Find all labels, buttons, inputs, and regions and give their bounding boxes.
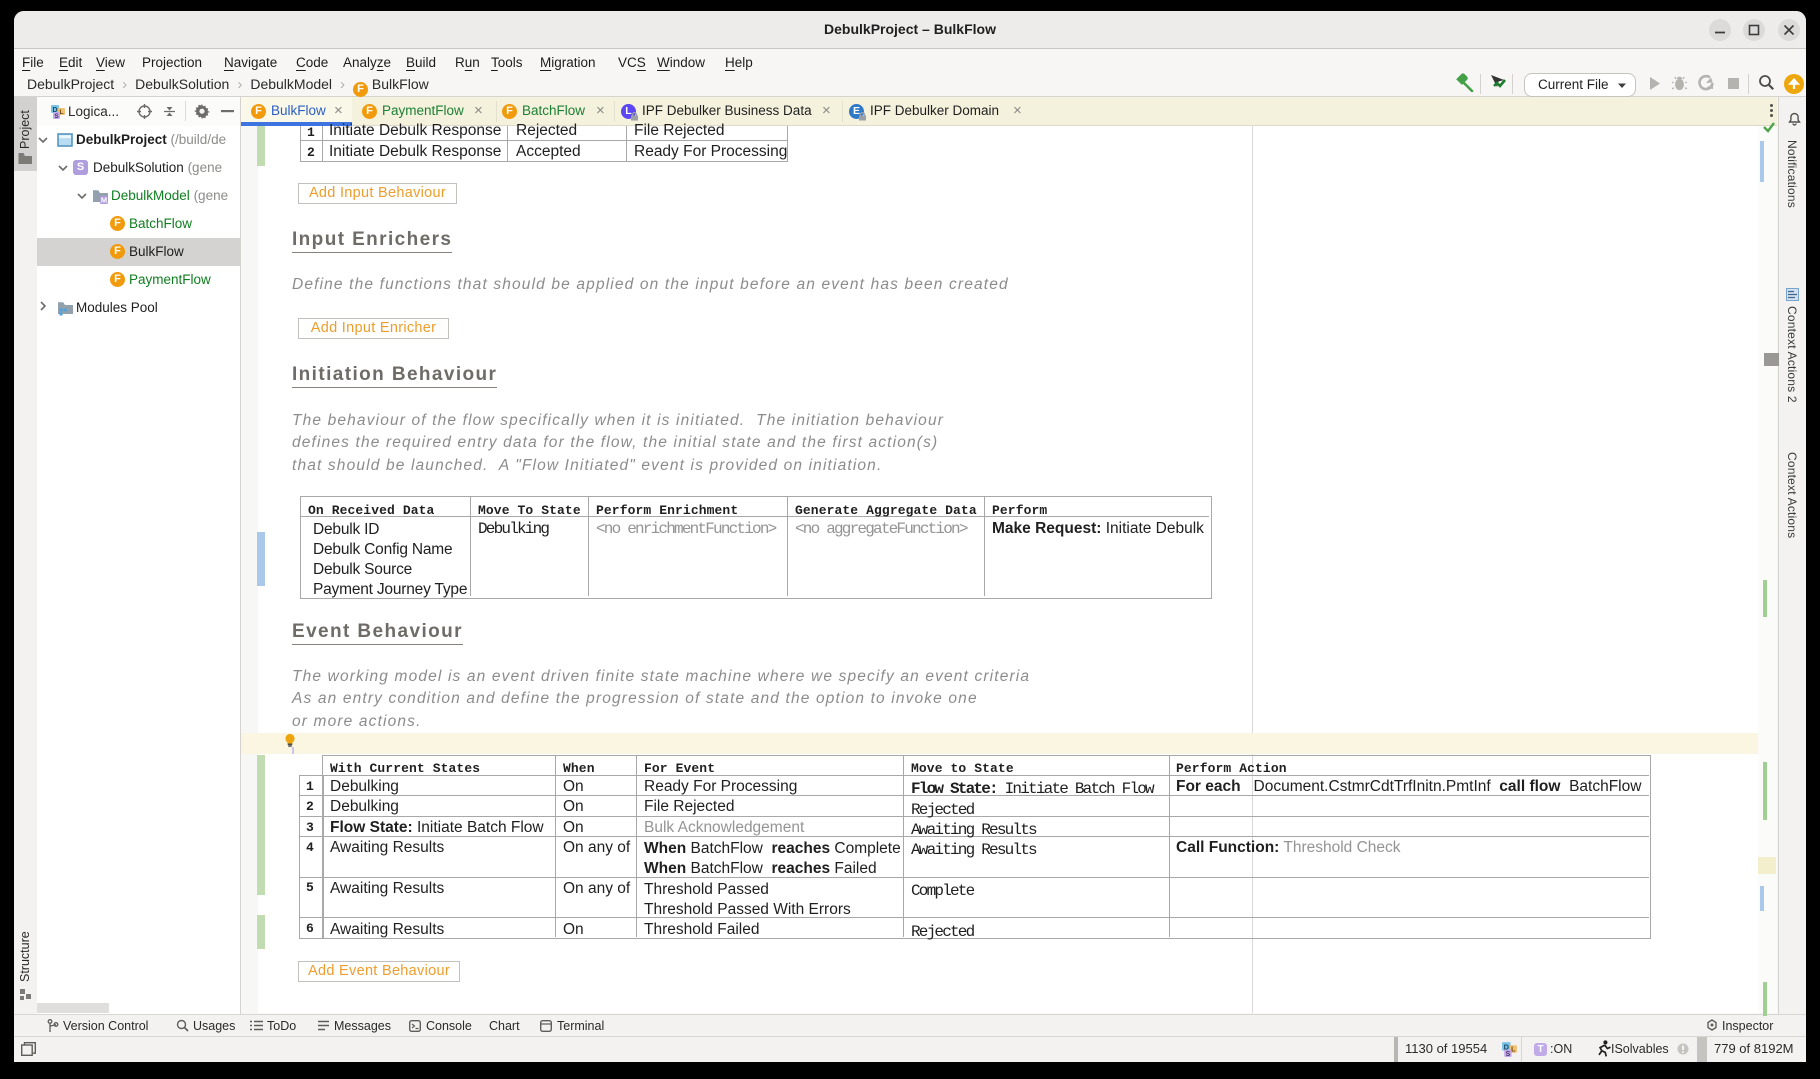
svg-text:S: S [54,113,59,120]
svg-text:L: L [60,109,64,116]
svg-text:L: L [1511,1047,1515,1054]
svg-text:S: S [1506,1051,1511,1058]
